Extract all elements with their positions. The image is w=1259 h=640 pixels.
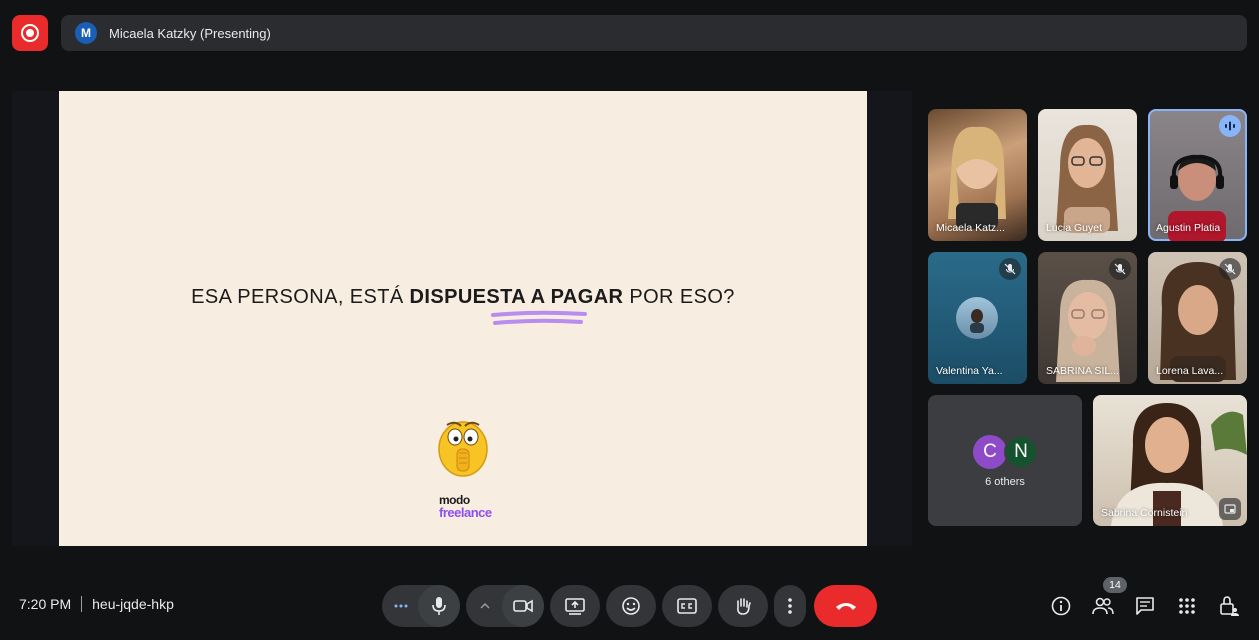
presenter-bar[interactable]: M Micaela Katzky (Presenting) [61, 15, 1247, 51]
mic-button[interactable] [418, 585, 460, 627]
people-button[interactable] [1091, 594, 1115, 618]
emoji-icon [622, 597, 640, 615]
slide-text-after: POR ESO? [623, 286, 735, 308]
thinking-emoji-icon [438, 421, 488, 477]
picture-in-picture-icon[interactable] [1219, 498, 1241, 520]
underline-highlight [491, 310, 587, 325]
chat-button[interactable] [1133, 594, 1157, 618]
participant-name: Sabrina Cornistein [1101, 507, 1188, 519]
chat-icon [1136, 597, 1154, 615]
others-count-label: 6 others [985, 476, 1025, 488]
meeting-time: 7:20 PM [19, 596, 72, 612]
mic-muted-icon [1219, 258, 1241, 280]
meeting-code: heu-jqde-hkp [92, 596, 174, 612]
more-vert-icon [788, 598, 792, 614]
participant-name: Lorena Lava... [1156, 365, 1224, 377]
meeting-details-button[interactable] [1049, 594, 1073, 618]
meet-window: M Micaela Katzky (Presenting) ESA PERSON… [0, 0, 1259, 640]
modo-freelance-logo: modo freelance [439, 494, 499, 522]
people-count-badge: 14 [1103, 577, 1127, 593]
present-screen-button[interactable] [550, 585, 600, 627]
self-view-tile[interactable]: Sabrina Cornistein [1093, 395, 1247, 526]
participant-avatar [956, 297, 998, 339]
slide-text-bold: DISPUESTA A PAGAR [409, 286, 624, 308]
others-tile[interactable]: C N 6 others [928, 395, 1082, 526]
hand-icon [737, 598, 751, 615]
recording-button[interactable] [12, 15, 48, 51]
presenter-label: Micaela Katzky (Presenting) [109, 25, 271, 41]
participant-tile[interactable]: Lucia Guyet [1038, 109, 1137, 241]
participant-tile-active-speaker[interactable]: Agustin Platia [1148, 109, 1247, 241]
slide-headline: ESA PERSONA, ESTÁ DISPUESTA A PAGAR POR … [59, 286, 867, 309]
participant-name: Valentina Ya... [936, 365, 1003, 377]
people-icon [1092, 597, 1114, 615]
mic-control-group [382, 585, 460, 627]
camera-button[interactable] [502, 585, 544, 627]
video-camera-icon [513, 599, 533, 613]
presentation-slide: ESA PERSONA, ESTÁ DISPUESTA A PAGAR POR … [59, 91, 867, 546]
microphone-icon [432, 597, 446, 615]
participant-video [948, 126, 1006, 229]
lock-person-icon [1220, 596, 1239, 616]
record-icon [21, 24, 39, 42]
speaking-indicator-icon [1219, 115, 1241, 137]
divider [81, 596, 83, 612]
other-avatar: N [1004, 435, 1038, 469]
meeting-details: 7:20 PM heu-jqde-hkp [19, 596, 174, 612]
participant-name: Lucia Guyet [1046, 222, 1103, 234]
logo-bottom-text: freelance [439, 505, 492, 520]
participant-tile[interactable]: SABRINA SIL... [1038, 252, 1137, 384]
participant-tile[interactable]: Valentina Ya... [928, 252, 1027, 384]
more-options-button[interactable] [774, 585, 806, 627]
participant-tile[interactable]: Micaela Katz... [928, 109, 1027, 241]
slide-text-before: ESA PERSONA, ESTÁ [191, 286, 410, 308]
other-avatar: C [973, 435, 1007, 469]
present-screen-icon [565, 598, 585, 615]
mic-muted-icon [999, 258, 1021, 280]
end-call-icon [835, 603, 856, 610]
camera-control-group [466, 585, 544, 627]
participant-video [1056, 124, 1118, 233]
apps-grid-icon [1179, 598, 1195, 614]
more-dots-icon [394, 604, 408, 608]
raise-hand-button[interactable] [718, 585, 768, 627]
leave-call-button[interactable] [814, 585, 877, 627]
mic-muted-icon [1109, 258, 1131, 280]
host-controls-button[interactable] [1217, 594, 1241, 618]
participant-tile[interactable]: Lorena Lava... [1148, 252, 1247, 384]
info-icon [1051, 596, 1071, 616]
audio-options-button[interactable] [382, 585, 420, 627]
chevron-up-icon [480, 603, 490, 609]
reactions-button[interactable] [606, 585, 656, 627]
captions-button[interactable] [662, 585, 712, 627]
activities-button[interactable] [1175, 594, 1199, 618]
participant-name: Agustin Platia [1156, 222, 1221, 234]
participant-name: Micaela Katz... [936, 222, 1005, 234]
captions-icon [677, 598, 697, 614]
participant-name: SABRINA SIL... [1046, 365, 1119, 377]
video-options-button[interactable] [466, 585, 504, 627]
presenter-avatar: M [75, 22, 97, 44]
